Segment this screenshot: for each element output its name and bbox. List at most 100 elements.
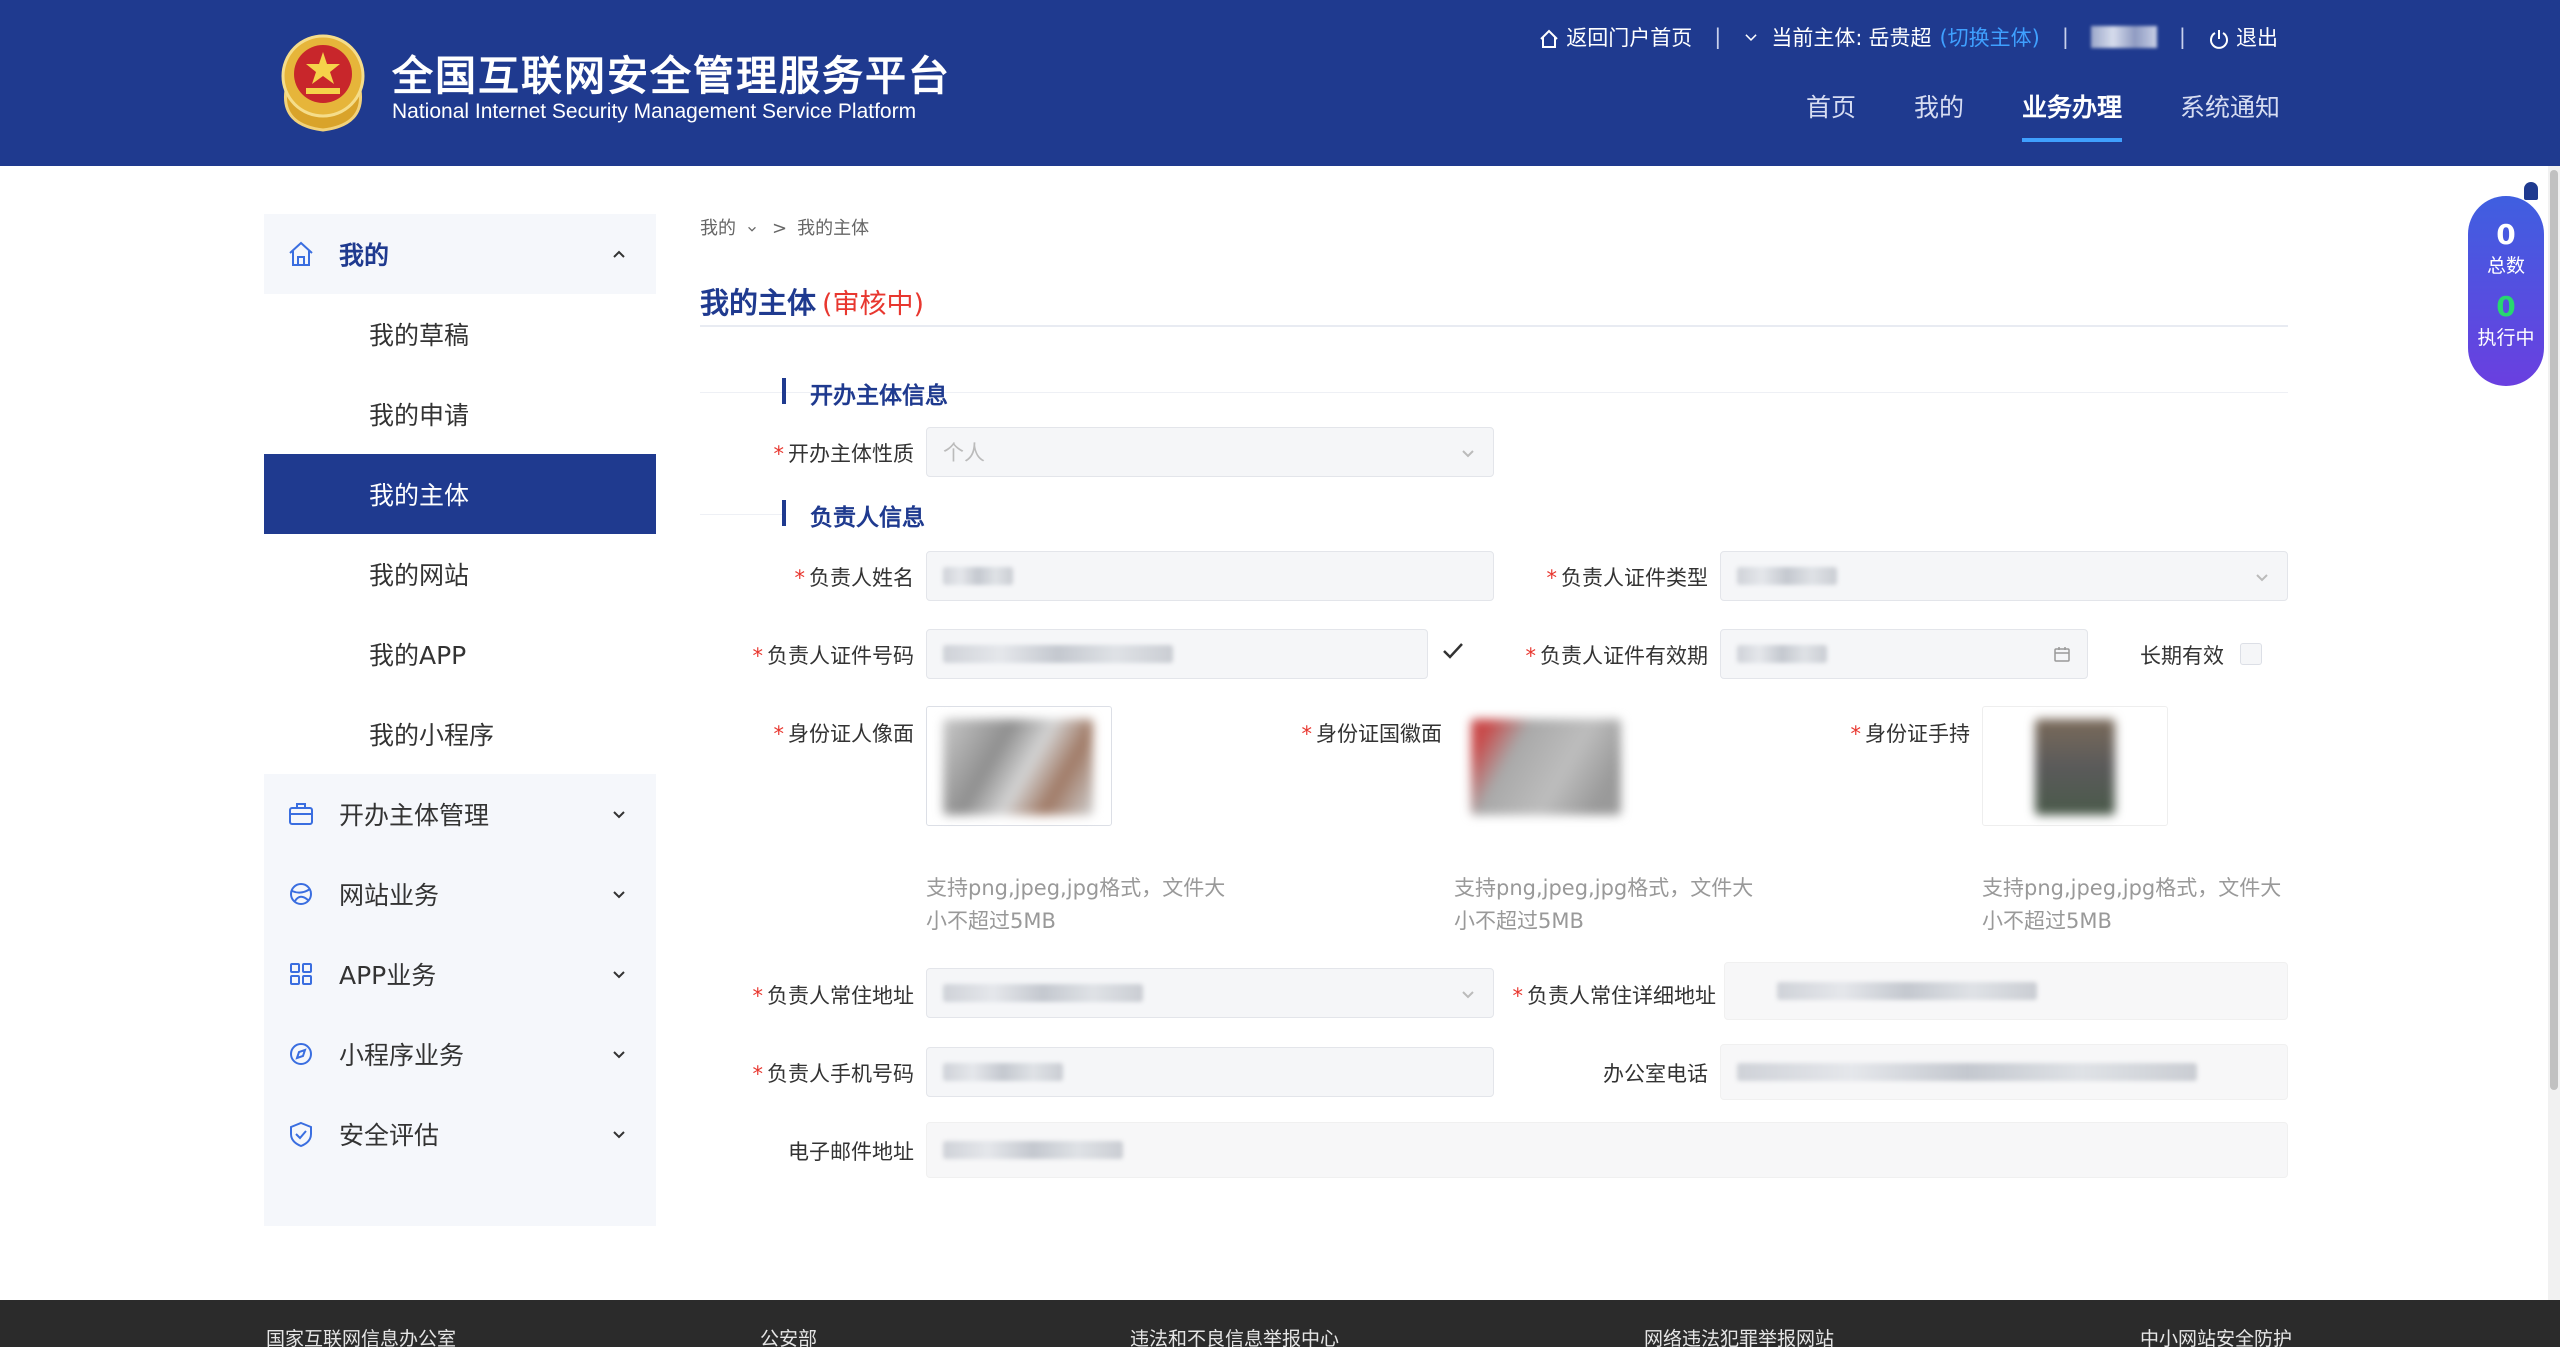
email-label: 电子邮件地址 [788, 1136, 914, 1166]
id-hold-upload-hint: 支持png,jpeg,jpg格式，文件大小不超过5MB [1982, 876, 2282, 933]
sidebar-item-apps[interactable]: 我的APP [264, 614, 656, 694]
calendar-icon[interactable] [2053, 645, 2071, 663]
sidebar-group-label: 安全评估 [339, 1121, 440, 1150]
sidebar-item-mini-programs[interactable]: 我的小程序 [264, 694, 656, 774]
sidebar-group-entity-management[interactable]: 开办主体管理 [264, 774, 656, 854]
sidebar-item-websites[interactable]: 我的网站 [264, 534, 656, 614]
person-name-field[interactable] [926, 551, 1494, 601]
breadcrumb-root[interactable]: 我的 [700, 218, 736, 239]
required-asterisk: * [1512, 984, 1524, 1008]
required-asterisk: * [1525, 644, 1537, 668]
id-front-label: * 身份证人像面 [774, 718, 915, 748]
sidebar-group-security-assessment[interactable]: 安全评估 [264, 1094, 656, 1174]
sidebar-item-label: 我的申请 [369, 401, 470, 430]
home-icon [289, 241, 313, 266]
blurred-value [943, 645, 1173, 663]
nav-business[interactable]: 业务办理 [2021, 88, 2123, 142]
address-select[interactable] [926, 968, 1494, 1018]
back-home-label: 返回门户首页 [1566, 26, 1693, 50]
footer: 国家互联网信息办公室 公安部 违法和不良信息举报中心 网络违法犯罪举报网站 中小… [0, 1300, 2560, 1347]
footer-link-cybercrime-report[interactable]: 网络违法犯罪举报网站 [1644, 1324, 1834, 1347]
task-counter-widget[interactable]: 0 总数 0 执行中 [2468, 196, 2544, 386]
office-phone-field[interactable] [1720, 1044, 2288, 1100]
id-type-select[interactable] [1720, 551, 2288, 601]
sidebar-group-my[interactable]: 我的 [264, 214, 656, 294]
sidebar-group-label: 我的 [339, 241, 390, 270]
sidebar-item-drafts[interactable]: 我的草稿 [264, 294, 656, 374]
blurred-value [943, 567, 1013, 585]
blurred-value [1737, 645, 1827, 663]
platform-subtitle: National Internet Security Management Se… [392, 100, 917, 123]
blurred-value [943, 1063, 1063, 1081]
police-emblem-logo [281, 34, 365, 132]
briefcase-icon [289, 803, 313, 825]
running-count: 0 [2496, 290, 2516, 323]
nav-home[interactable]: 首页 [1806, 88, 1856, 142]
blurred-value [1737, 1063, 2197, 1081]
sidebar-group-website[interactable]: 网站业务 [264, 854, 656, 934]
page-title: 我的主体 (审核中) [700, 280, 924, 322]
entity-nature-select[interactable]: 个人 [926, 427, 1494, 477]
divider: | [1714, 25, 1722, 49]
sidebar-item-applications[interactable]: 我的申请 [264, 374, 656, 454]
id-validity-date-field[interactable] [1720, 629, 2088, 679]
footer-link-cac[interactable]: 国家互联网信息办公室 [266, 1324, 456, 1347]
id-number-label: * 负责人证件号码 [753, 640, 915, 670]
globe-icon [290, 883, 312, 905]
chevron-down-icon [613, 1131, 625, 1139]
chevron-up-icon [613, 250, 625, 258]
label-text: 负责人常住详细地址 [1527, 984, 1716, 1008]
label-text: 身份证人像面 [788, 722, 914, 746]
user-account-blurred[interactable] [2090, 26, 2157, 48]
section-divider [700, 514, 782, 515]
label-text: 身份证国徽面 [1316, 722, 1442, 746]
footer-link-report-center[interactable]: 违法和不良信息举报中心 [1130, 1324, 1339, 1347]
nav-notifications[interactable]: 系统通知 [2180, 88, 2280, 142]
chevron-down-icon [613, 1051, 625, 1059]
sidebar-item-label: 我的主体 [369, 481, 470, 510]
sidebar-item-my-entity[interactable]: 我的主体 [264, 454, 656, 534]
platform-title: 全国互联网安全管理服务平台 [392, 52, 951, 100]
required-asterisk: * [1546, 566, 1558, 590]
mobile-phone-field[interactable] [926, 1047, 1494, 1097]
office-phone-label: 办公室电话 [1603, 1058, 1708, 1088]
label-text: 负责人姓名 [809, 566, 914, 590]
chevron-down-icon [1462, 450, 1474, 458]
top-utility-links: 返回门户首页 | 当前主体: 岳贵超 (切换主体) | | 退出 [1538, 22, 2278, 52]
id-type-label: * 负责人证件类型 [1547, 562, 1709, 592]
compass-icon [290, 1043, 312, 1065]
chevron-down-icon [2256, 574, 2268, 582]
switch-entity-link[interactable]: (切换主体) [1939, 22, 2039, 52]
id-front-upload[interactable] [926, 706, 1112, 826]
footer-link-site-protection[interactable]: 中小网站安全防护 [2140, 1324, 2292, 1347]
sidebar-item-label: 我的草稿 [369, 321, 470, 350]
sidebar-group-app[interactable]: APP业务 [264, 934, 656, 1014]
blurred-value [1737, 567, 1837, 585]
scrollbar-thumb[interactable] [2550, 170, 2558, 1090]
long-term-checkbox[interactable] [2240, 643, 2262, 665]
back-home-link[interactable]: 返回门户首页 [1538, 22, 1692, 52]
breadcrumb-current: 我的主体 [797, 218, 870, 239]
id-hold-upload[interactable] [1982, 706, 2168, 826]
top-header: 全国互联网安全管理服务平台 National Internet Security… [0, 0, 2560, 166]
id-back-thumbnail [1471, 719, 1621, 815]
person-name-label: * 负责人姓名 [795, 562, 915, 592]
id-back-upload[interactable] [1454, 706, 1640, 826]
status-badge: (审核中) [822, 289, 925, 320]
float-widget-handle[interactable] [2524, 182, 2538, 200]
chevron-down-icon [748, 226, 756, 232]
id-back-label: * 身份证国徽面 [1302, 718, 1443, 748]
entity-nature-value: 个人 [943, 441, 985, 465]
breadcrumb: 我的 > 我的主体 [700, 214, 879, 240]
sidebar-group-label: 小程序业务 [339, 1041, 465, 1070]
main-nav: 首页 我的 业务办理 系统通知 [1748, 88, 2280, 142]
footer-link-mps[interactable]: 公安部 [760, 1324, 817, 1347]
sidebar-item-label: 我的网站 [369, 561, 470, 590]
address-detail-field[interactable] [1724, 962, 2288, 1020]
id-number-field[interactable] [926, 629, 1428, 679]
logout-link[interactable]: 退出 [2208, 22, 2278, 52]
sidebar-group-mini-program[interactable]: 小程序业务 [264, 1014, 656, 1094]
email-field[interactable] [926, 1122, 2288, 1178]
chevron-down-icon[interactable] [1743, 29, 1759, 45]
nav-mine[interactable]: 我的 [1914, 88, 1964, 142]
